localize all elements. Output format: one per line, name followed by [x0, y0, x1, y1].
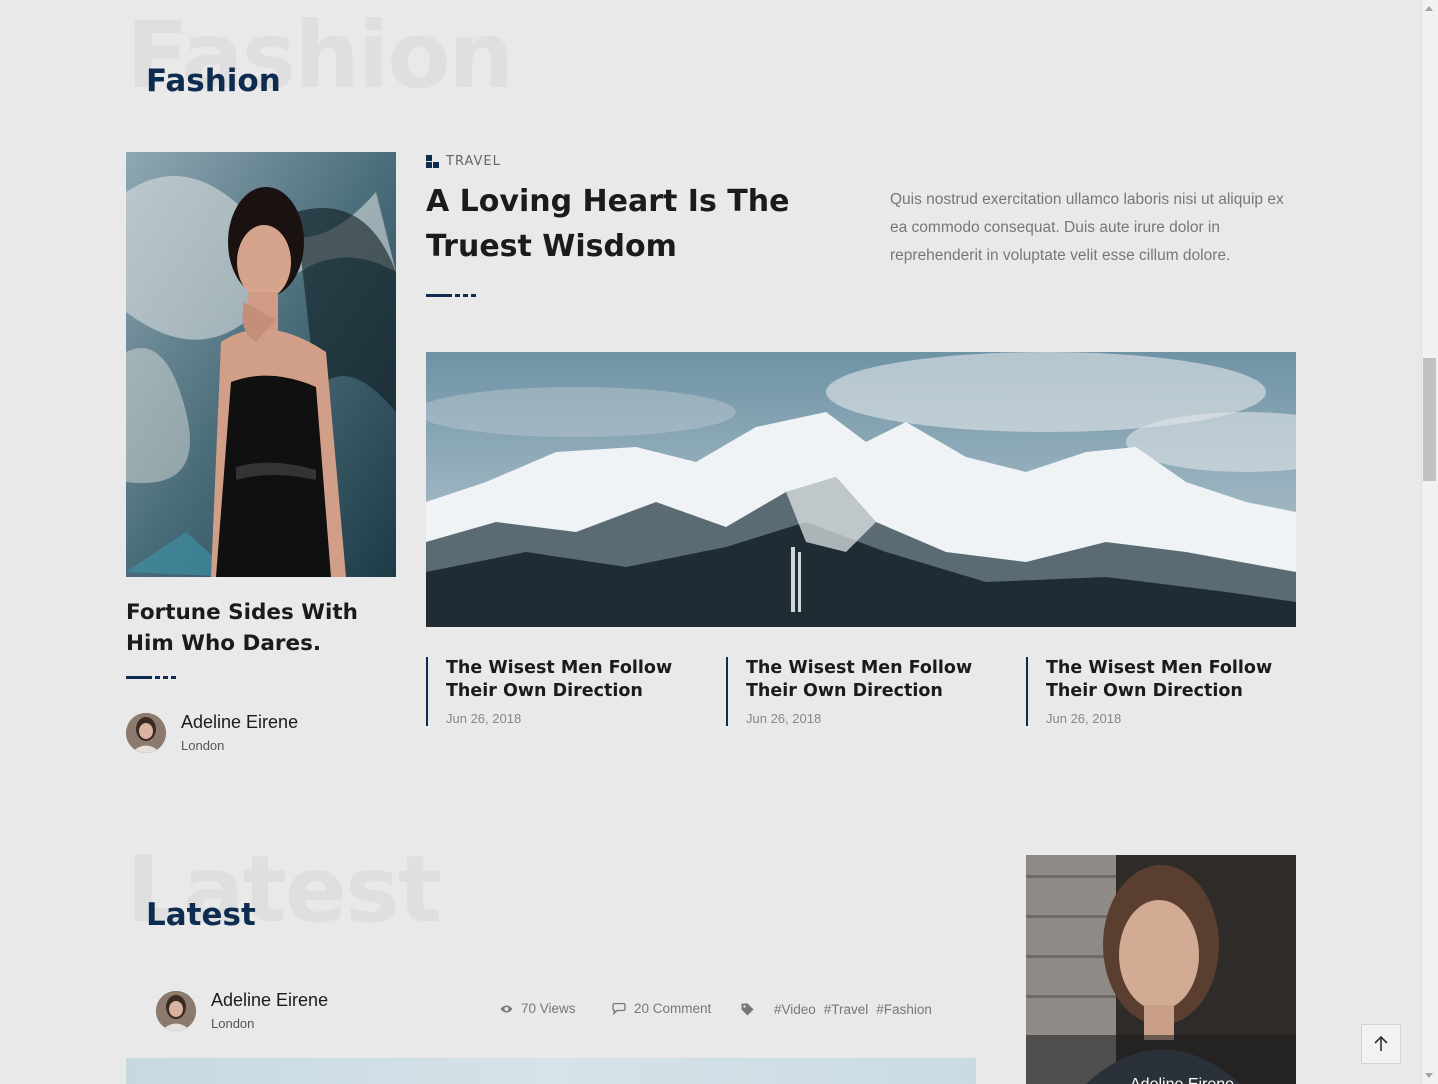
category-icon [426, 155, 439, 168]
eye-icon [500, 1005, 513, 1012]
section-title: Fashion [146, 63, 281, 99]
sidebar-post-image[interactable]: Adeline Eirene [1026, 855, 1296, 1084]
page-scrollbar[interactable] [1421, 0, 1438, 1084]
latest-post-image[interactable] [126, 1058, 976, 1084]
post-card-title[interactable]: The Wisest Men Follow Their Own Directio… [1046, 657, 1296, 703]
views-count: 70 Views [500, 1001, 576, 1016]
category-label[interactable]: TRAVEL [446, 154, 501, 169]
post-card-date: Jun 26, 2018 [446, 711, 522, 726]
post-card[interactable]: The Wisest Men Follow Their Own Directio… [426, 657, 696, 726]
tag-link[interactable]: #Travel [824, 1002, 869, 1017]
author-location: London [211, 1016, 255, 1031]
back-to-top-button[interactable] [1361, 1024, 1401, 1064]
comments-label[interactable]: 20 Comment [634, 1001, 711, 1016]
post-card[interactable]: The Wisest Men Follow Their Own Directio… [1026, 657, 1296, 726]
avatar [156, 990, 196, 1031]
scroll-down-arrow[interactable] [1421, 1067, 1438, 1084]
sidebar-post-author[interactable]: Adeline Eirene [1130, 1076, 1234, 1084]
comment-icon [612, 1002, 626, 1015]
side-post-image[interactable] [126, 152, 396, 577]
featured-post-title[interactable]: A Loving Heart Is The Truest Wisdom [426, 179, 826, 269]
tag-link[interactable]: #Fashion [876, 1002, 932, 1017]
post-tags: #Video #Travel #Fashion [741, 1002, 940, 1017]
post-card-title[interactable]: The Wisest Men Follow Their Own Directio… [746, 657, 996, 703]
section-title: Latest [146, 897, 256, 933]
featured-post-image[interactable] [426, 352, 1296, 627]
author-location: London [181, 738, 225, 753]
featured-post-excerpt: Quis nostrud exercitation ullamco labori… [890, 191, 1284, 264]
post-card[interactable]: The Wisest Men Follow Their Own Directio… [726, 657, 996, 726]
side-post-author[interactable]: Adeline Eirene London [126, 712, 298, 753]
scrollbar-thumb[interactable] [1423, 358, 1436, 481]
side-post-title[interactable]: Fortune Sides With Him Who Dares. [126, 597, 396, 659]
post-card-date: Jun 26, 2018 [746, 711, 822, 726]
comments-count[interactable]: 20 Comment [612, 1001, 711, 1016]
arrow-up-icon [1374, 1036, 1388, 1051]
post-card-date: Jun 26, 2018 [1046, 711, 1122, 726]
views-label: 70 Views [521, 1001, 576, 1016]
avatar [126, 712, 166, 753]
scroll-up-arrow[interactable] [1421, 0, 1438, 17]
post-category[interactable]: TRAVEL [426, 154, 501, 169]
latest-post-author[interactable]: Adeline Eirene London [156, 990, 328, 1031]
featured-post-divider [426, 294, 476, 297]
post-card-title[interactable]: The Wisest Men Follow Their Own Directio… [446, 657, 696, 703]
side-post-divider [126, 676, 176, 679]
tag-icon [741, 1003, 754, 1016]
author-name[interactable]: Adeline Eirene [181, 712, 298, 733]
author-name[interactable]: Adeline Eirene [211, 990, 328, 1011]
tag-link[interactable]: #Video [774, 1002, 816, 1017]
